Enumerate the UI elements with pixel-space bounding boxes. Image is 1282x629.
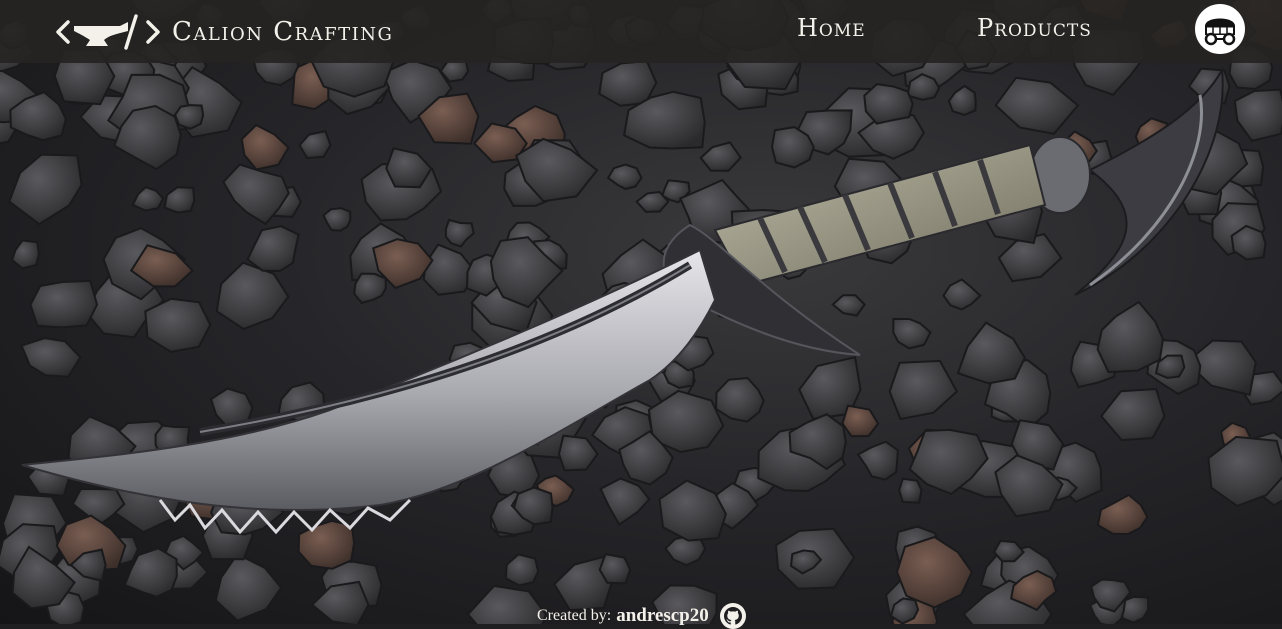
rock-shape bbox=[664, 535, 707, 567]
rock-shape bbox=[699, 141, 742, 172]
rock-shape bbox=[606, 163, 643, 191]
rock-shape bbox=[863, 83, 914, 125]
rock-shape bbox=[1100, 387, 1166, 442]
rock-shape bbox=[131, 186, 165, 212]
brand-link[interactable]: Calion Crafting bbox=[56, 12, 393, 52]
rock-shape bbox=[504, 553, 540, 587]
cart-button[interactable] bbox=[1195, 4, 1245, 54]
rock-shape bbox=[10, 239, 40, 270]
rock-shape bbox=[888, 359, 959, 421]
rock-shape bbox=[163, 186, 196, 214]
rock-shape bbox=[898, 477, 923, 504]
rock-shape bbox=[831, 294, 866, 317]
created-by-label: Created by: bbox=[537, 607, 612, 624]
rock-shape bbox=[599, 477, 651, 527]
rocks-and-dagger-image bbox=[0, 0, 1282, 624]
rock-shape bbox=[956, 321, 1026, 385]
brand-name: Calion Crafting bbox=[172, 17, 394, 47]
rock-shape bbox=[353, 272, 387, 305]
rock-shape bbox=[635, 190, 670, 213]
rock-shape bbox=[598, 552, 632, 585]
rock-shape bbox=[215, 261, 290, 331]
rock-shape bbox=[1096, 300, 1164, 374]
rock-shape bbox=[942, 278, 982, 311]
rock-shape bbox=[994, 76, 1080, 135]
rock-shape bbox=[20, 337, 82, 378]
rock-shape bbox=[895, 535, 974, 609]
rock-shape bbox=[947, 84, 977, 117]
rock-shape bbox=[658, 479, 727, 542]
rock-shape bbox=[892, 317, 932, 350]
rock-shape bbox=[322, 207, 352, 232]
rock-shape bbox=[466, 584, 547, 624]
rock-shape bbox=[214, 552, 283, 622]
nav-home-link[interactable]: Home bbox=[797, 12, 866, 44]
top-navbar: Calion Crafting Home Products bbox=[0, 0, 1282, 63]
github-link[interactable] bbox=[719, 603, 746, 629]
github-icon bbox=[723, 607, 742, 625]
rock-shape bbox=[8, 153, 83, 226]
rock-shape bbox=[856, 440, 899, 481]
rock-shape bbox=[444, 218, 475, 248]
rock-shape bbox=[29, 279, 99, 329]
nav-products-link[interactable]: Products bbox=[977, 12, 1092, 44]
hero-background bbox=[0, 0, 1282, 624]
rock-shape bbox=[297, 519, 356, 570]
rock-shape bbox=[1096, 493, 1149, 536]
rock-shape bbox=[173, 104, 205, 130]
rock-shape bbox=[310, 580, 370, 624]
rock-shape bbox=[715, 376, 765, 423]
rock-shape bbox=[240, 123, 290, 171]
anvil-code-icon bbox=[56, 14, 160, 50]
rock-shape bbox=[298, 129, 332, 160]
rock-shape bbox=[385, 147, 433, 189]
rock-shape bbox=[841, 404, 880, 438]
rock-shape bbox=[1233, 88, 1282, 143]
rock-shape bbox=[144, 297, 212, 353]
rock-shape bbox=[246, 225, 300, 273]
rock-shape bbox=[557, 434, 599, 472]
cart-wagon-icon bbox=[1204, 18, 1236, 46]
